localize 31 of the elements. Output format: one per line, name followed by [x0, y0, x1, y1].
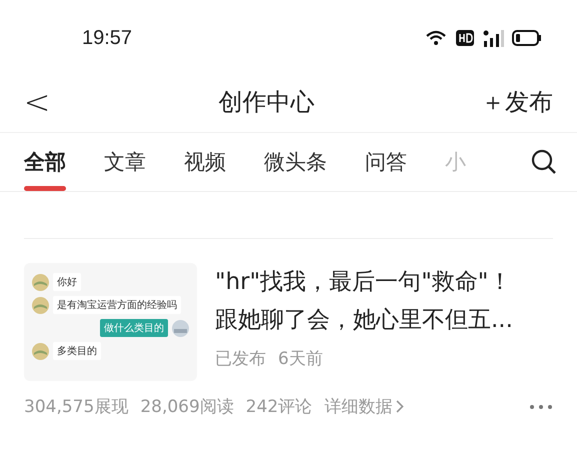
chat-screenshot-thumbnail[interactable]: 你好 是有淘宝运营方面的经验吗 做什么类目的 多类目的: [24, 263, 197, 381]
publish-status: 已发布: [215, 348, 266, 370]
signal-icon: [482, 29, 504, 47]
search-icon[interactable]: [531, 149, 557, 175]
avatar-icon: [32, 296, 49, 314]
chat-bubble: 做什么类目的: [100, 319, 168, 337]
tab[interactable]: 文章: [104, 133, 146, 191]
publish-time: 6天前: [278, 348, 323, 370]
tab[interactable]: 全部: [24, 133, 66, 191]
clock-time: 19:57: [82, 26, 134, 50]
article-title[interactable]: "hr"找我，最后一句"救命"！: [215, 263, 553, 301]
chevron-icon: [396, 400, 404, 413]
chat-bubble: 是有淘宝运营方面的经验吗: [53, 296, 181, 314]
stat-count: 304,575展现: [24, 396, 128, 418]
battery-icon: [512, 30, 542, 46]
avatar-icon: [172, 320, 189, 336]
wifi-icon: [426, 30, 448, 46]
avatar-icon: [32, 342, 49, 360]
publish-button[interactable]: ＋发布: [481, 86, 553, 118]
back-button[interactable]: <: [22, 83, 52, 121]
chat-bubble: 多类目的: [53, 342, 101, 360]
stat-count: 28,069阅读: [140, 396, 234, 418]
chat-bubble: 你好: [53, 273, 81, 291]
hd-icon: [456, 30, 474, 46]
tab[interactable]: 问答: [365, 133, 407, 191]
article-title[interactable]: 跟她聊了会，她心里不但五...: [215, 301, 553, 339]
tab[interactable]: 微头条: [264, 133, 327, 191]
tab[interactable]: 视频: [184, 133, 226, 191]
stat-count: 242评论: [246, 396, 312, 418]
page-title: 创作中心: [218, 87, 316, 118]
avatar-icon: [32, 274, 49, 290]
